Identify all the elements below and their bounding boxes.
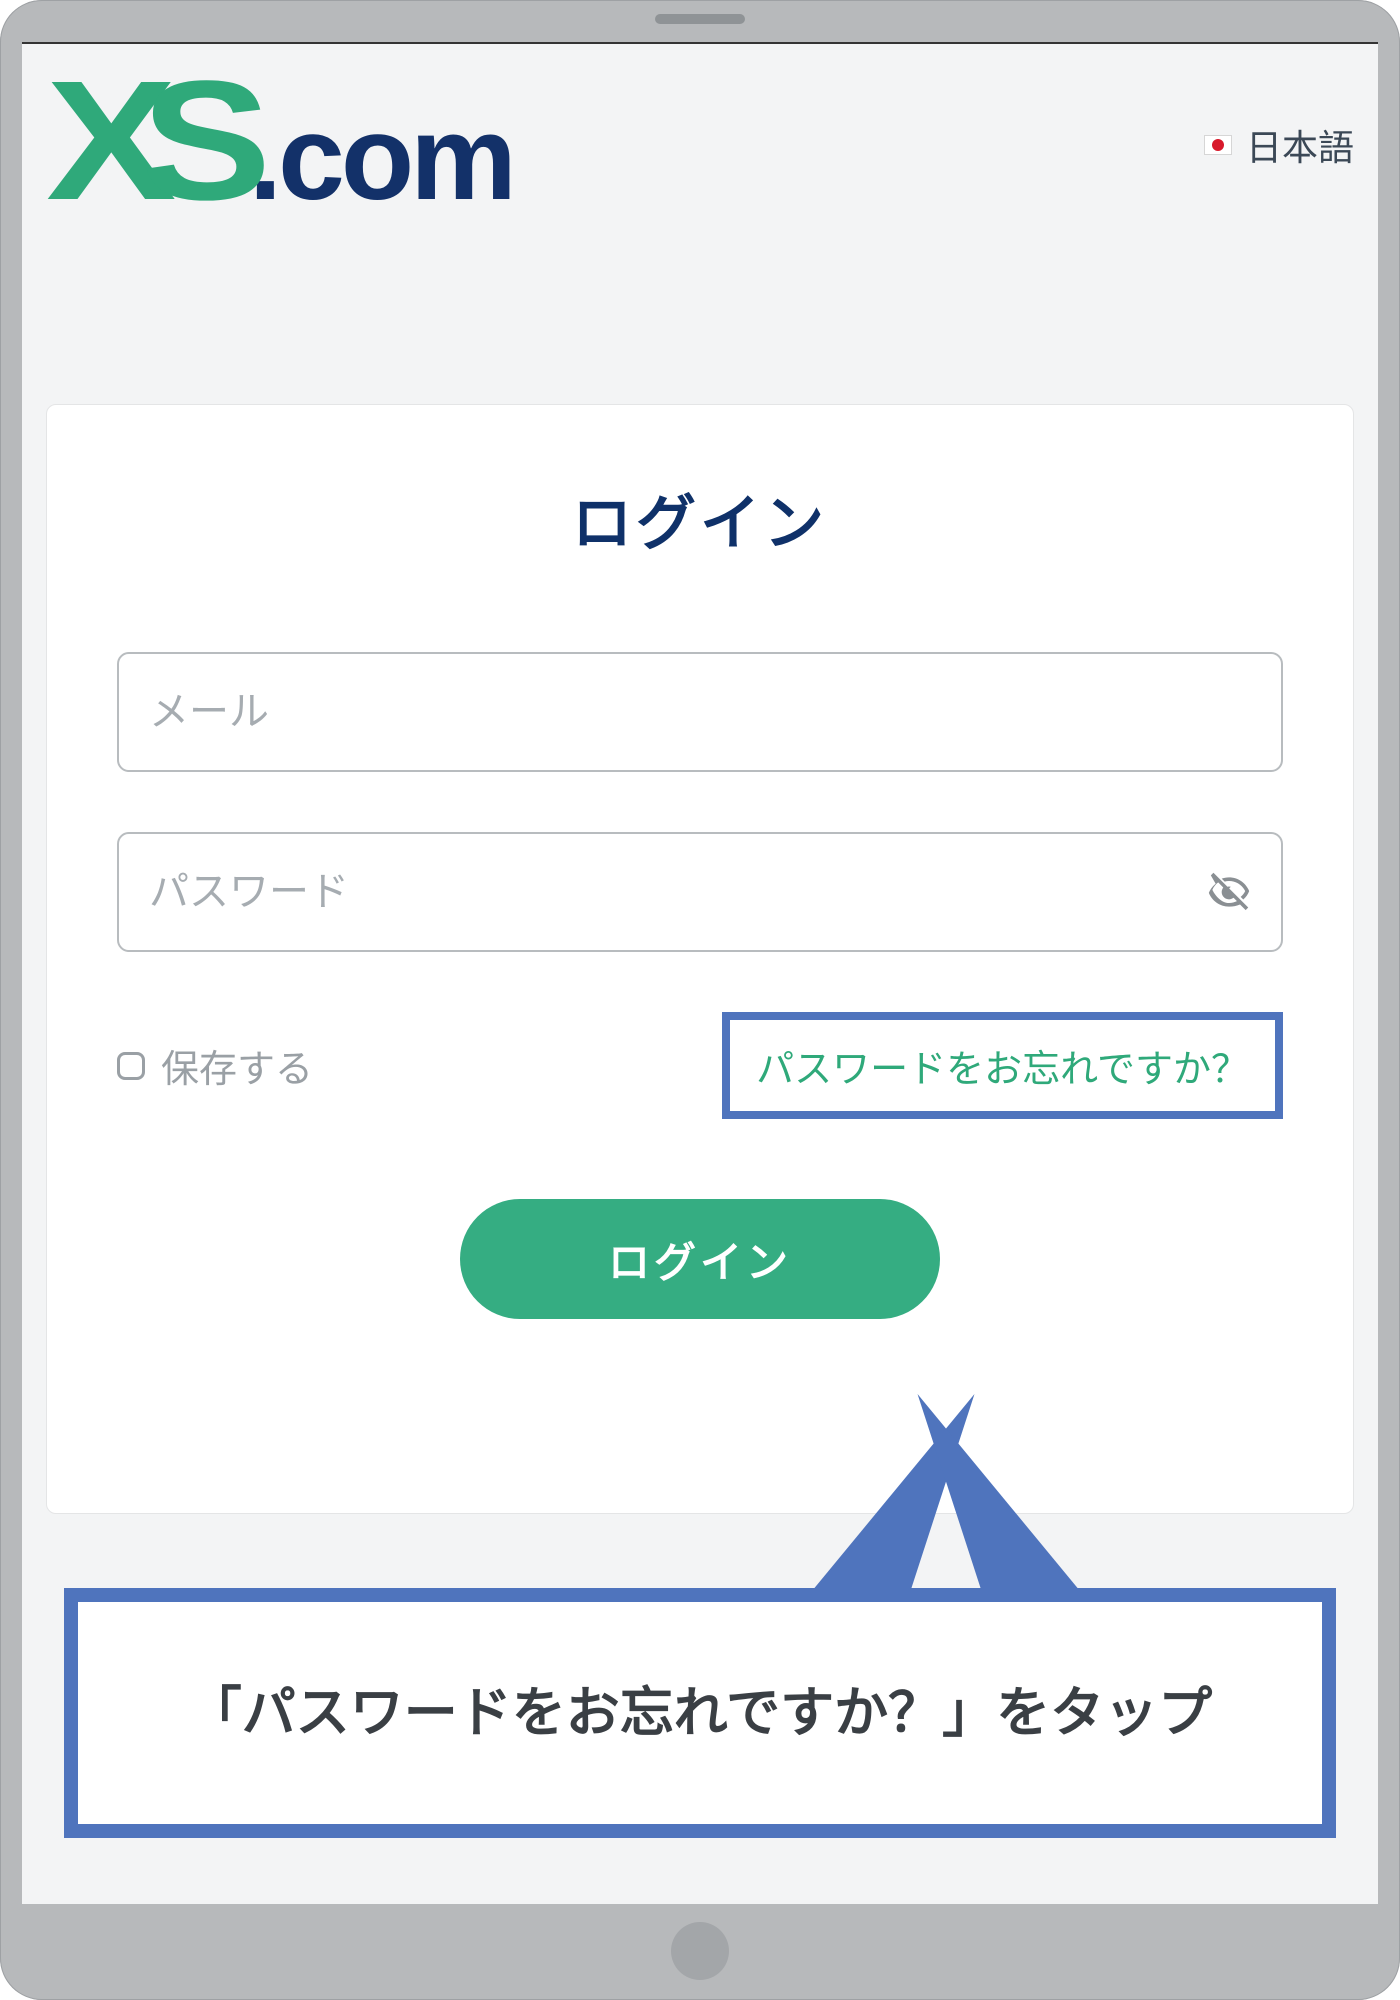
checkbox-icon [117, 1052, 145, 1080]
instruction-callout: 「パスワードをお忘れですか？」をタップ [64, 1588, 1336, 1838]
flag-japan-icon [1204, 135, 1232, 155]
language-label: 日本語 [1246, 119, 1354, 171]
tablet-frame: X S .com 日本語 ログイン [0, 0, 1400, 2000]
tablet-home-button[interactable] [671, 1922, 729, 1980]
logo-s: S [141, 72, 260, 211]
password-field-wrap [117, 832, 1283, 952]
login-button[interactable]: ログイン [460, 1199, 940, 1319]
forgot-password-link[interactable]: パスワードをお忘れですか？ [756, 1049, 1249, 1091]
logo-dotcom: .com [249, 98, 513, 218]
email-field[interactable] [149, 690, 1251, 735]
forgot-password-highlight: パスワードをお忘れですか？ [722, 1012, 1283, 1119]
login-title: ログイン [117, 475, 1283, 562]
password-field[interactable] [149, 870, 1207, 915]
login-card: ログイン 保存する [46, 404, 1354, 1514]
remember-me-label: 保存する [161, 1038, 313, 1093]
instruction-text: 「パスワードをお忘れですか？」をタップ [188, 1673, 1212, 1754]
brand-logo: X S .com [46, 72, 513, 218]
tablet-speaker [655, 14, 745, 24]
visibility-off-icon[interactable] [1207, 870, 1251, 914]
remember-me[interactable]: 保存する [117, 1038, 313, 1093]
screen: X S .com 日本語 ログイン [22, 42, 1378, 1904]
language-selector[interactable]: 日本語 [1204, 119, 1354, 171]
email-field-wrap [117, 652, 1283, 772]
